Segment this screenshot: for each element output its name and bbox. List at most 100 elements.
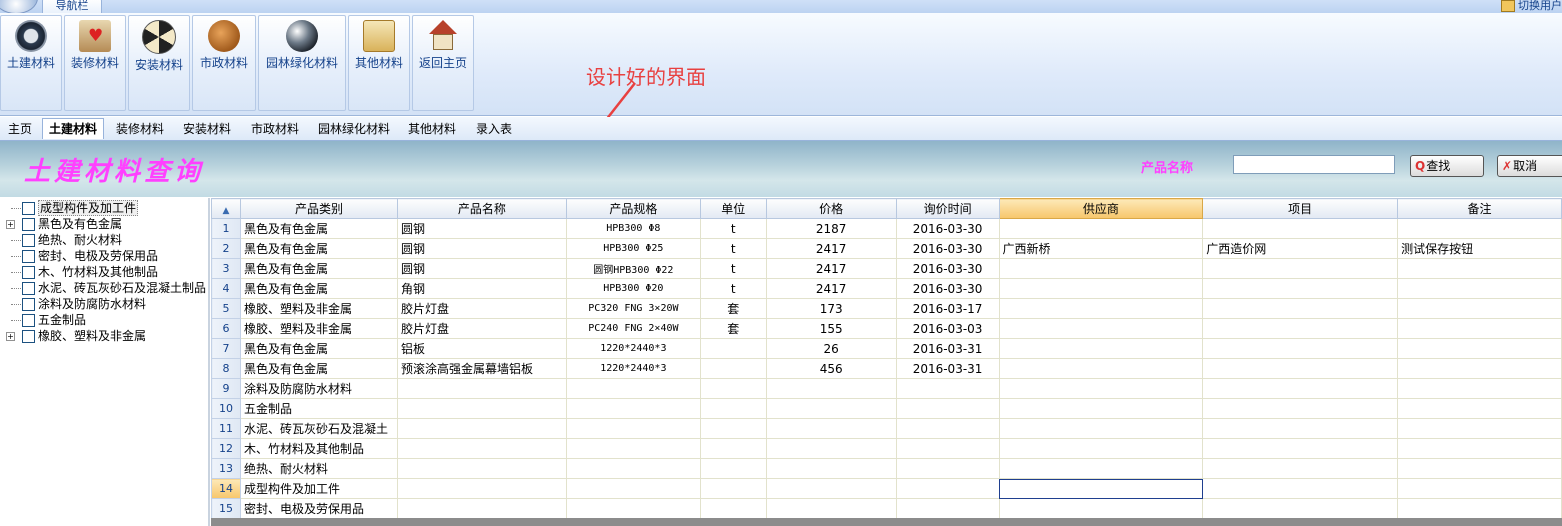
table-cell[interactable]: 2187 (765, 218, 897, 239)
tab-decoration[interactable]: 装修材料 (110, 119, 170, 139)
table-cell[interactable] (1397, 278, 1562, 299)
table-cell[interactable]: 绝热、耐火材料 (239, 458, 398, 479)
expand-icon[interactable]: + (6, 332, 15, 341)
table-cell[interactable] (1397, 378, 1562, 399)
table-cell[interactable] (1202, 298, 1399, 319)
table-row[interactable]: 12 木、竹材料及其他制品 (211, 438, 1562, 459)
table-cell[interactable]: 2417 (765, 238, 897, 259)
table-cell[interactable] (1397, 318, 1562, 339)
table-cell[interactable]: 2016-03-30 (895, 258, 1000, 279)
table-cell[interactable] (1397, 258, 1562, 279)
table-cell[interactable] (998, 258, 1204, 279)
table-cell[interactable] (565, 418, 701, 439)
table-cell[interactable] (1202, 498, 1399, 519)
table-cell[interactable]: 广西造价网 (1202, 238, 1399, 259)
table-cell[interactable] (765, 378, 897, 399)
table-cell[interactable] (895, 378, 1000, 399)
column-header[interactable]: 单位 (699, 198, 767, 219)
table-cell[interactable]: 圆钢 (396, 238, 567, 259)
table-cell[interactable] (765, 438, 897, 459)
table-cell[interactable] (998, 318, 1204, 339)
row-number[interactable]: 6 (211, 318, 241, 339)
table-cell[interactable] (895, 498, 1000, 519)
horizontal-scrollbar[interactable] (211, 518, 1562, 526)
table-cell[interactable]: 圆钢 (396, 218, 567, 239)
row-number[interactable]: 11 (211, 418, 241, 439)
table-cell[interactable]: 五金制品 (239, 398, 398, 419)
table-cell[interactable] (396, 478, 567, 499)
row-number[interactable]: 9 (211, 378, 241, 399)
app-orb-button[interactable] (0, 0, 38, 14)
table-cell[interactable] (565, 498, 701, 519)
row-number[interactable]: 1 (211, 218, 241, 239)
tab-install[interactable]: 安装材料 (177, 119, 237, 139)
table-cell[interactable] (565, 378, 701, 399)
ribbon-button-landscape[interactable]: 园林绿化材料 (258, 15, 346, 111)
table-cell[interactable]: 2016-03-31 (895, 338, 1000, 359)
table-cell[interactable] (1397, 398, 1562, 419)
tree-checkbox[interactable] (22, 266, 35, 279)
column-header[interactable]: 询价时间 (895, 198, 1000, 219)
table-cell[interactable]: HPB300 Φ8 (565, 218, 701, 239)
table-cell[interactable] (1397, 338, 1562, 359)
table-cell[interactable] (1397, 418, 1562, 439)
tab-home[interactable]: 主页 (2, 119, 38, 139)
table-cell[interactable] (396, 438, 567, 459)
tab-civil[interactable]: 土建材料 (42, 118, 105, 139)
table-cell[interactable]: 2016-03-30 (895, 238, 1000, 259)
table-cell[interactable]: 水泥、砖瓦灰砂石及混凝土 (239, 418, 398, 439)
table-cell[interactable]: 橡胶、塑料及非金属 (239, 298, 398, 319)
product-name-input[interactable] (1233, 155, 1395, 174)
select-all-corner[interactable]: ▲ (211, 198, 241, 219)
table-cell[interactable]: 1220*2440*3 (565, 358, 701, 379)
row-number[interactable]: 8 (211, 358, 241, 379)
tree-checkbox[interactable] (22, 314, 35, 327)
table-cell[interactable]: 黑色及有色金属 (239, 218, 398, 239)
table-cell[interactable] (699, 498, 767, 519)
table-cell[interactable] (396, 458, 567, 479)
table-row[interactable]: 9 涂料及防腐防水材料 (211, 378, 1562, 399)
table-cell[interactable]: 套 (699, 298, 767, 319)
table-cell[interactable]: 测试保存按钮 (1397, 238, 1562, 259)
table-cell[interactable] (998, 418, 1204, 439)
table-cell[interactable] (895, 418, 1000, 439)
table-cell[interactable]: 1220*2440*3 (565, 338, 701, 359)
table-cell[interactable] (765, 478, 897, 499)
ribbon-button-municipal[interactable]: 市政材料 (192, 15, 256, 111)
table-cell[interactable] (565, 458, 701, 479)
table-cell[interactable] (699, 478, 767, 499)
table-cell[interactable] (998, 458, 1204, 479)
row-number[interactable]: 15 (211, 498, 241, 519)
tab-municipal[interactable]: 市政材料 (245, 119, 305, 139)
search-button[interactable]: Q查找 (1410, 155, 1484, 177)
table-cell[interactable]: 套 (699, 318, 767, 339)
tree-checkbox[interactable] (22, 202, 35, 215)
table-cell[interactable] (1202, 258, 1399, 279)
table-row[interactable]: 10 五金制品 (211, 398, 1562, 419)
table-row[interactable]: 6 橡胶、塑料及非金属 胶片灯盘 PC240 FNG 2×40W 套 155 2016-03… (211, 318, 1562, 339)
tree-checkbox[interactable] (22, 298, 35, 311)
cancel-button[interactable]: ✗取消 (1497, 155, 1562, 177)
table-row[interactable]: 15 密封、电极及劳保用品 (211, 498, 1562, 519)
table-cell[interactable]: 成型构件及加工件 (239, 478, 398, 499)
table-cell[interactable]: 黑色及有色金属 (239, 238, 398, 259)
table-cell[interactable]: 木、竹材料及其他制品 (239, 438, 398, 459)
table-cell[interactable]: 2016-03-30 (895, 278, 1000, 299)
table-cell[interactable] (1397, 358, 1562, 379)
table-cell[interactable] (998, 378, 1204, 399)
table-cell[interactable] (998, 298, 1204, 319)
table-cell[interactable] (396, 398, 567, 419)
table-cell[interactable]: PC320 FNG 3×20W (565, 298, 701, 319)
table-cell[interactable]: 铝板 (396, 338, 567, 359)
table-cell[interactable]: 黑色及有色金属 (239, 338, 398, 359)
nav-tab[interactable]: 导航栏 (42, 0, 102, 14)
table-cell[interactable] (1397, 478, 1562, 499)
table-cell[interactable]: 173 (765, 298, 897, 319)
table-row[interactable]: 1 黑色及有色金属 圆钢 HPB300 Φ8 t 2187 2016-03-30 (211, 218, 1562, 239)
table-cell[interactable] (1202, 318, 1399, 339)
table-row[interactable]: 13 绝热、耐火材料 (211, 458, 1562, 479)
table-cell[interactable]: 2016-03-31 (895, 358, 1000, 379)
table-cell[interactable] (699, 438, 767, 459)
table-cell[interactable] (396, 378, 567, 399)
table-row[interactable]: 11 水泥、砖瓦灰砂石及混凝土 (211, 418, 1562, 439)
